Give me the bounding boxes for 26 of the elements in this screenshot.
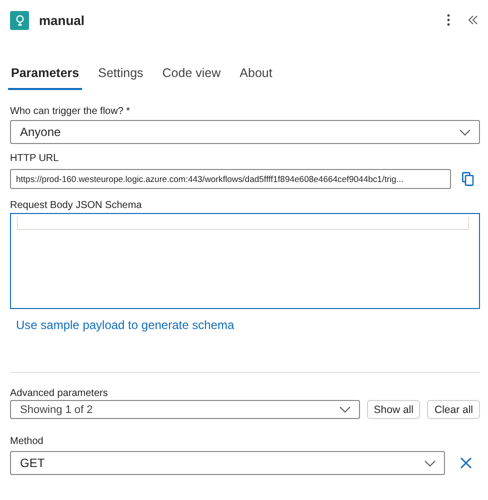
action-button[interactable]: Clear all xyxy=(427,400,480,419)
action-button[interactable]: Show all xyxy=(366,400,420,419)
field-label: Method xyxy=(10,436,44,447)
copy-icon[interactable] xyxy=(462,172,474,186)
advanced-parameters-dropdown[interactable]: Showing 1 of 2 xyxy=(10,400,360,419)
tab[interactable]: Code view xyxy=(159,62,224,90)
sample-payload-link[interactable]: Use sample payload to generate schema xyxy=(16,318,234,332)
close-icon[interactable] xyxy=(460,457,472,469)
tab[interactable]: About xyxy=(236,62,276,90)
field-label: Advanced parameters xyxy=(10,388,109,399)
more-options-icon[interactable] xyxy=(447,14,450,26)
field-label: Who can trigger the flow? * xyxy=(10,106,132,117)
field-label: HTTP URL xyxy=(10,153,60,164)
tab[interactable]: Settings xyxy=(95,62,146,90)
schema-editor[interactable] xyxy=(10,213,480,309)
trigger-icon xyxy=(10,10,29,30)
method-dropdown[interactable]: GET xyxy=(10,451,445,475)
url-field[interactable]: https://prod-160.westeurope.logic.azure.com:443/workflows/dad5ffff1f894e608e4664cef9044bc1/trig... xyxy=(10,169,451,189)
collapse-icon[interactable] xyxy=(468,15,478,25)
tab[interactable]: Parameters xyxy=(8,62,82,90)
chevron-down-icon xyxy=(338,406,351,413)
chevron-down-icon xyxy=(424,460,436,466)
chevron-down-icon xyxy=(459,128,471,136)
trigger-dropdown[interactable]: Anyone xyxy=(10,120,480,144)
field-label: Request Body JSON Schema xyxy=(10,200,143,211)
panel-title: manual xyxy=(39,12,86,28)
